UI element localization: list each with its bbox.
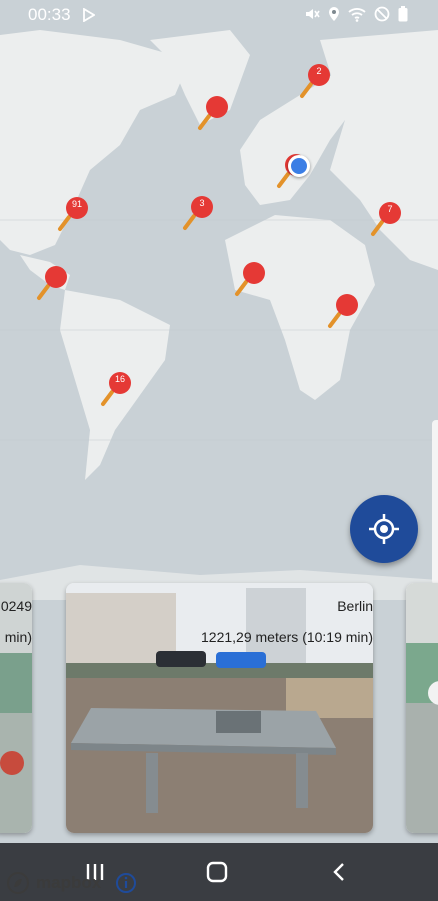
wifi-icon [348, 7, 366, 27]
edge-panel-handle[interactable] [432, 420, 438, 585]
card-city: Berlin [337, 598, 373, 614]
table-photo [406, 583, 438, 833]
cluster-count: 2 [316, 66, 322, 76]
cluster-pin[interactable]: 16 [98, 370, 138, 414]
user-location-marker [288, 155, 310, 177]
cluster-pin[interactable] [195, 94, 235, 138]
location-icon [328, 6, 340, 27]
cluster-pin[interactable]: 91 [55, 195, 95, 239]
cluster-pin[interactable] [34, 264, 74, 308]
cluster-pin[interactable]: 7 [368, 200, 408, 244]
back-icon [333, 863, 344, 881]
card-distance: 1221,29 meters (10:19 min) [201, 629, 373, 645]
do-not-disturb-icon [374, 6, 390, 27]
table-photo [66, 583, 373, 833]
cluster-count: 3 [199, 198, 205, 208]
play-store-icon [83, 7, 96, 27]
cluster-pin[interactable]: 2 [297, 62, 337, 106]
mapbox-logo-icon [7, 872, 29, 894]
crosshair-icon [369, 514, 399, 544]
cluster-pin[interactable] [232, 260, 272, 304]
table-card-current[interactable]: Berlin 1221,29 meters (10:19 min) [66, 583, 373, 833]
table-card-prev[interactable]: 0249 min) [0, 583, 32, 833]
mapbox-attribution[interactable]: mapbox [6, 870, 137, 896]
card-distance-time: min) [4, 629, 32, 645]
cluster-count: 7 [387, 204, 393, 214]
status-icons [304, 6, 408, 27]
battery-icon [398, 6, 408, 27]
cluster-pin[interactable] [325, 292, 365, 336]
card-distance: 0249 [0, 598, 32, 614]
info-icon[interactable] [115, 872, 137, 894]
status-bar: 00:33 [0, 0, 438, 30]
mapbox-wordmark: mapbox [36, 873, 102, 892]
locate-me-button[interactable] [350, 495, 418, 563]
table-card-next[interactable] [406, 583, 438, 833]
home-icon [206, 861, 228, 883]
mute-icon [304, 6, 320, 27]
cluster-count: 16 [114, 374, 125, 384]
back-button[interactable] [330, 861, 350, 888]
home-button[interactable] [205, 861, 229, 888]
cluster-count: 91 [71, 199, 82, 209]
status-time: 00:33 [28, 5, 71, 24]
table-photo [0, 583, 32, 833]
cluster-pin[interactable]: 3 [180, 194, 220, 238]
